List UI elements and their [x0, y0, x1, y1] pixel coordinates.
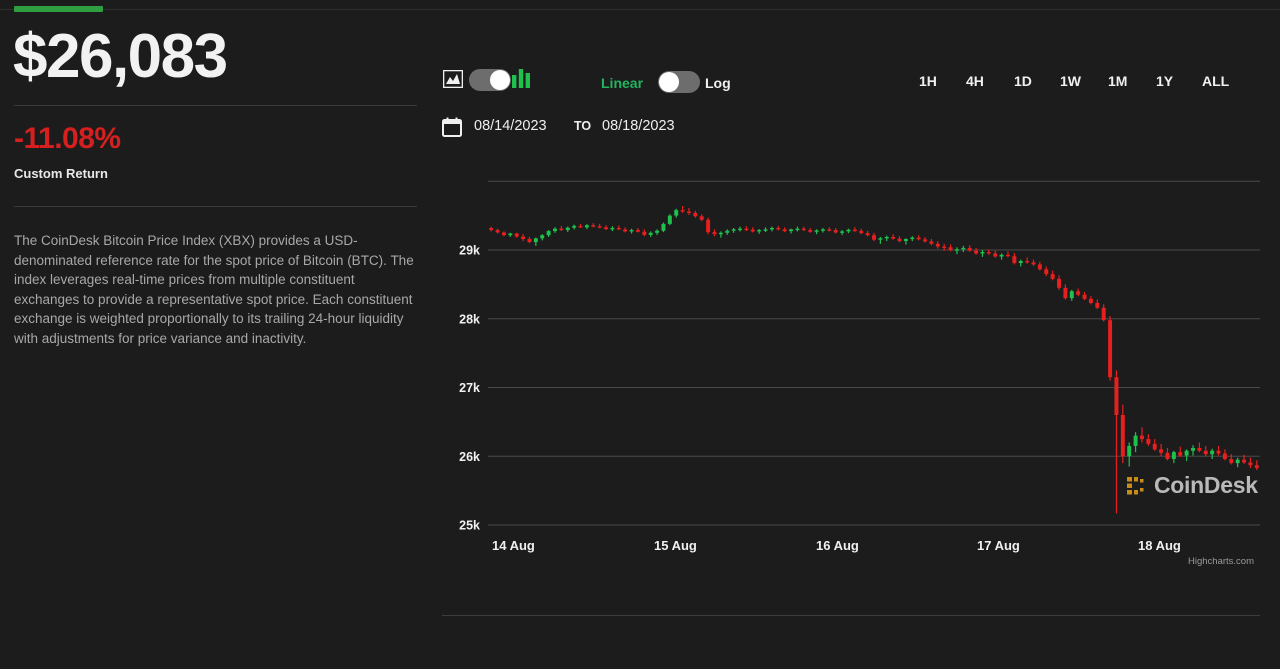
svg-text:17 Aug: 17 Aug [977, 538, 1020, 553]
date-to[interactable]: 08/18/2023 [602, 118, 675, 134]
coindesk-price-page: $26,083 -11.08% Custom Return The CoinDe… [0, 0, 1280, 669]
range-button-4h[interactable]: 4H [966, 73, 984, 89]
svg-text:15 Aug: 15 Aug [654, 538, 697, 553]
scale-toggle-knob [659, 72, 679, 92]
price-value: $26,083 [13, 26, 227, 88]
date-range-row: 08/14/2023 TO 08/18/2023 [440, 112, 1280, 144]
svg-text:16 Aug: 16 Aug [816, 538, 859, 553]
svg-text:27k: 27k [459, 381, 480, 395]
range-button-1m[interactable]: 1M [1108, 73, 1127, 89]
area-chart-icon[interactable] [443, 70, 463, 88]
svg-text:26k: 26k [459, 450, 480, 464]
range-button-1y[interactable]: 1Y [1156, 73, 1173, 89]
change-label: Custom Return [14, 166, 108, 181]
divider-bottom [14, 206, 417, 207]
chart-panel: Linear Log 1H 4H 1D 1W 1M 1Y ALL 08/14/2… [440, 0, 1280, 669]
svg-text:29k: 29k [459, 244, 480, 258]
chart-type-toggle-knob [490, 70, 510, 90]
scale-log-label[interactable]: Log [705, 75, 731, 91]
date-separator: TO [574, 119, 591, 133]
candlestick-chart[interactable]: 29k 28k 27k 26k 25k 14 Aug 15 Aug 16 Aug 17 Aug… [440, 160, 1280, 580]
highcharts-credit: Highcharts.com [1188, 556, 1254, 567]
bar-chart-icon[interactable] [512, 69, 530, 88]
chart-candles [489, 206, 1259, 513]
calendar-icon[interactable] [442, 117, 462, 137]
coindesk-logo-icon [1125, 474, 1147, 498]
svg-text:25k: 25k [459, 519, 480, 533]
change-percent: -11.08% [14, 122, 121, 156]
range-button-1h[interactable]: 1H [919, 73, 937, 89]
scale-linear-label[interactable]: Linear [601, 75, 643, 91]
svg-text:18 Aug: 18 Aug [1138, 538, 1181, 553]
range-button-1w[interactable]: 1W [1060, 73, 1081, 89]
chart-y-axis-labels: 29k 28k 27k 26k 25k [459, 244, 480, 533]
index-description: The CoinDesk Bitcoin Price Index (XBX) p… [14, 231, 418, 349]
bottom-divider [442, 615, 1260, 616]
range-button-all[interactable]: ALL [1202, 73, 1229, 89]
scale-toggle[interactable] [658, 71, 700, 93]
svg-text:28k: 28k [459, 312, 480, 326]
divider-top [14, 105, 417, 106]
chart-type-toggle[interactable] [469, 69, 511, 91]
chart-svg: 29k 28k 27k 26k 25k 14 Aug 15 Aug 16 Aug 17 Aug… [440, 160, 1280, 580]
date-from[interactable]: 08/14/2023 [474, 118, 547, 134]
chart-x-axis-labels: 14 Aug 15 Aug 16 Aug 17 Aug 18 Aug [492, 538, 1181, 553]
chart-toolbar: Linear Log 1H 4H 1D 1W 1M 1Y ALL [440, 62, 1280, 98]
coindesk-watermark: CoinDesk [1125, 472, 1258, 499]
svg-text:14 Aug: 14 Aug [492, 538, 535, 553]
range-button-1d[interactable]: 1D [1014, 73, 1032, 89]
summary-panel: $26,083 -11.08% Custom Return The CoinDe… [0, 0, 440, 669]
coindesk-watermark-text: CoinDesk [1154, 472, 1258, 499]
